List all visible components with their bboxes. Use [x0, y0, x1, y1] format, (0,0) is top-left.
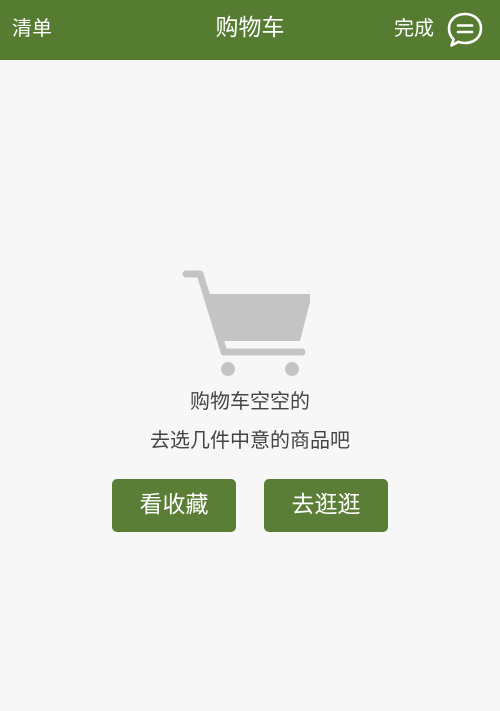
- done-button[interactable]: 完成: [394, 0, 434, 60]
- empty-cart-message: 购物车空空的: [190, 389, 310, 413]
- go-shopping-button[interactable]: 去逛逛: [264, 479, 388, 532]
- empty-cart-hint: 去选几件中意的商品吧: [150, 428, 350, 452]
- list-button[interactable]: 清单: [12, 0, 52, 60]
- top-bar: 清单 购物车 完成: [0, 0, 500, 60]
- shopping-cart-icon: [182, 270, 310, 376]
- message-button[interactable]: [444, 9, 486, 51]
- view-favorites-button[interactable]: 看收藏: [112, 479, 236, 532]
- chat-bubble-icon: [447, 12, 483, 47]
